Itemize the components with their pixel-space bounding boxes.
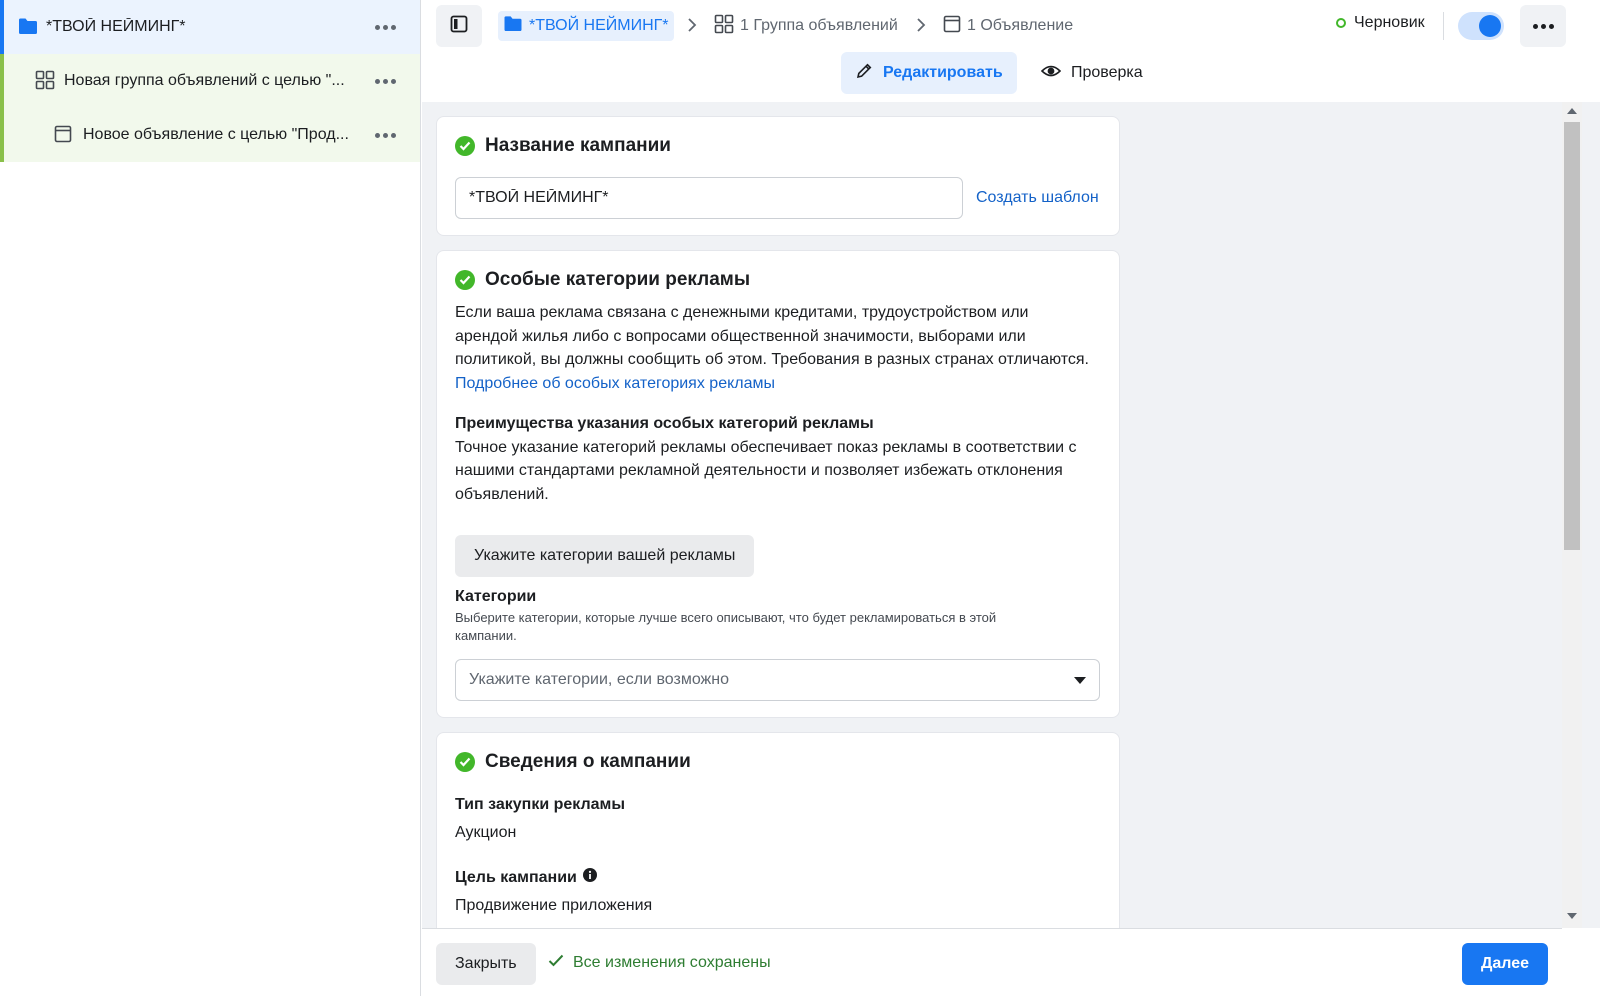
- grid-icon: [35, 70, 55, 94]
- categories-hint: Выберите категории, которые лучше всего …: [455, 609, 1103, 645]
- chevron-right-icon: [916, 17, 926, 33]
- scrollbar-thumb[interactable]: [1564, 122, 1580, 550]
- more-actions-button[interactable]: [1520, 5, 1566, 47]
- benefits-section: Преимущества указания особых категорий р…: [455, 412, 1103, 506]
- tab-edit[interactable]: Редактировать: [841, 52, 1017, 94]
- description-line: арендой жилья либо с вопросами обществен…: [455, 327, 1026, 345]
- more-options-icon[interactable]: [368, 120, 402, 150]
- description-line: политикой, вы должны сообщить об этом. Т…: [455, 351, 1089, 368]
- categories-label: Категории: [455, 588, 537, 605]
- toggle-knob: [1479, 15, 1501, 37]
- card-title: Сведения о кампании: [455, 751, 691, 773]
- card-title-text: Особые категории рекламы: [485, 269, 751, 290]
- buying-type-label: Тип закупки рекламы: [455, 796, 626, 813]
- breadcrumb-ad[interactable]: 1 Объявление: [943, 11, 1073, 41]
- buying-type-value: Аукцион: [455, 823, 517, 841]
- tab-review[interactable]: Проверка: [1027, 52, 1157, 94]
- more-options-icon: [1532, 23, 1554, 29]
- specify-categories-button[interactable]: Укажите категории вашей рекламы: [455, 535, 755, 577]
- hint-line: Выберите категории, которые лучше всего …: [455, 609, 997, 625]
- check-circle-icon: [455, 270, 475, 290]
- card-title: Название кампании: [455, 135, 671, 157]
- folder-icon: [18, 17, 38, 39]
- campaign-tree-sidebar: *ТВОЙ НЕЙМИНГ* Новая группа объявлений с…: [0, 0, 421, 996]
- breadcrumb-adset[interactable]: 1 Группа объявлений: [714, 11, 898, 41]
- save-status-text: Все изменения сохранены: [573, 954, 771, 971]
- objective-label-row: Цель кампании: [455, 866, 1103, 890]
- tree-item-label: Новая группа объявлений с целью "...: [64, 72, 345, 89]
- learn-more-link[interactable]: Подробнее об особых категориях рекламы: [455, 372, 775, 396]
- editor-top-bar: *ТВОЙ НЕЙМИНГ* 1 Группа объявлений 1 Объ…: [422, 0, 1600, 102]
- check-circle-icon: [455, 136, 475, 156]
- objective-section: Цель кампании Продвижение приложения: [455, 866, 1103, 917]
- campaign-name-card: Название кампании Создать шаблон: [436, 116, 1120, 236]
- objective-value: Продвижение приложения: [455, 896, 653, 914]
- check-circle-icon: [455, 752, 475, 772]
- toggle-sidebar-button[interactable]: [436, 5, 482, 47]
- checkmark-icon: [548, 954, 564, 972]
- caret-down-icon: [1074, 676, 1086, 684]
- objective-label: Цель кампании: [455, 869, 577, 886]
- tree-item-adset[interactable]: Новая группа объявлений с целью "...: [0, 54, 420, 108]
- tree-item-campaign[interactable]: *ТВОЙ НЕЙМИНГ*: [0, 0, 420, 54]
- scroll-down-arrow-icon[interactable]: [1567, 913, 1577, 919]
- breadcrumb-label: *ТВОЙ НЕЙМИНГ*: [529, 17, 669, 34]
- next-button[interactable]: Далее: [1461, 943, 1548, 985]
- card-title-text: Название кампании: [485, 135, 671, 156]
- eye-icon: [1040, 64, 1062, 83]
- editor-footer: Закрыть Все изменения сохранены Далее: [422, 928, 1562, 996]
- select-placeholder: Укажите категории, если возможно: [469, 671, 729, 688]
- campaign-on-off-toggle[interactable]: [1458, 12, 1504, 40]
- card-title-text: Сведения о кампании: [485, 751, 691, 772]
- info-icon[interactable]: [582, 866, 597, 890]
- tree-item-label: Новое объявление с целью "Прод...: [83, 126, 349, 143]
- categories-select[interactable]: Укажите категории, если возможно: [455, 659, 1100, 701]
- tab-label: Проверка: [1071, 64, 1143, 81]
- create-template-link[interactable]: Создать шаблон: [976, 189, 1099, 207]
- buying-type-section: Тип закупки рекламы Аукцион: [455, 793, 1103, 844]
- breadcrumb-campaign[interactable]: *ТВОЙ НЕЙМИНГ*: [498, 11, 674, 41]
- hint-line: кампании.: [455, 627, 517, 643]
- tree-item-ad[interactable]: Новое объявление с целью "Прод...: [0, 108, 420, 162]
- scroll-up-arrow-icon[interactable]: [1567, 108, 1577, 114]
- ad-window-icon: [943, 15, 961, 38]
- more-options-icon[interactable]: [368, 66, 402, 96]
- draft-status: Черновик: [1336, 14, 1425, 32]
- campaign-settings-panel: Название кампании Создать шаблон Особые …: [422, 102, 1562, 928]
- tab-label: Редактировать: [883, 64, 1003, 81]
- divider: [1443, 12, 1444, 40]
- more-options-icon[interactable]: [368, 12, 402, 42]
- tree-item-label: *ТВОЙ НЕЙМИНГ*: [46, 18, 186, 35]
- status-dot-icon: [1336, 18, 1346, 28]
- ad-window-icon: [54, 125, 72, 147]
- breadcrumb-label: 1 Группа объявлений: [740, 17, 898, 34]
- card-title: Особые категории рекламы: [455, 269, 750, 291]
- campaign-details-card: Сведения о кампании Тип закупки рекламы …: [436, 732, 1120, 928]
- special-ad-categories-card: Особые категории рекламы Если ваша рекла…: [436, 250, 1120, 718]
- special-categories-description: Если ваша реклама связана с денежными кр…: [455, 301, 1103, 395]
- categories-section: Категории Выберите категории, которые лу…: [455, 585, 1103, 645]
- close-button[interactable]: Закрыть: [436, 943, 536, 985]
- grid-icon: [714, 14, 734, 39]
- benefits-line: объявлений.: [455, 485, 549, 503]
- sidebar-panel-icon: [450, 15, 468, 37]
- pencil-icon: [855, 62, 873, 85]
- save-status: Все изменения сохранены: [548, 954, 771, 972]
- campaign-name-input[interactable]: [455, 177, 963, 219]
- status-label: Черновик: [1354, 14, 1425, 31]
- description-line: Если ваша реклама связана с денежными кр…: [455, 304, 1029, 321]
- benefits-title: Преимущества указания особых категорий р…: [455, 415, 874, 432]
- chevron-right-icon: [687, 17, 697, 33]
- folder-icon: [503, 15, 523, 37]
- breadcrumb-label: 1 Объявление: [967, 17, 1074, 34]
- benefits-line: нашими стандартами рекламной деятельност…: [455, 462, 1063, 479]
- benefits-line: Точное указание категорий рекламы обеспе…: [455, 438, 1077, 456]
